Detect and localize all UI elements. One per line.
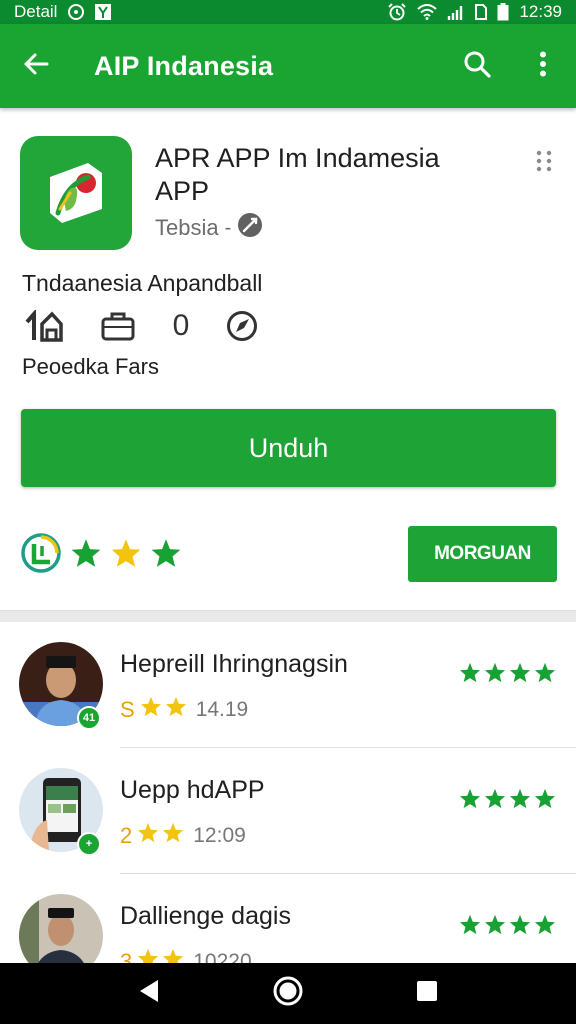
status-label: Detail <box>14 2 58 21</box>
battery-icon <box>497 3 509 21</box>
review-date: 14.19 <box>195 697 249 721</box>
star-icon <box>137 822 159 849</box>
review-title: Dallienge dagis <box>120 902 291 930</box>
star-icon <box>534 788 556 814</box>
editors-choice-icon <box>237 212 263 244</box>
status-bar: Detail 12:39 <box>0 0 576 24</box>
signal-icon <box>447 4 465 20</box>
nav-recents-button[interactable] <box>397 963 457 1024</box>
search-button[interactable] <box>444 24 510 108</box>
square-recents-icon <box>415 979 439 1008</box>
star-icon <box>484 914 506 940</box>
review-rate: S <box>120 696 135 722</box>
review-meta: 2 12:09 <box>120 822 246 849</box>
back-button[interactable] <box>0 24 72 108</box>
app-header: APR APP Im Indamesia APP Tebsia - <box>20 136 556 254</box>
compass-icon <box>222 306 262 346</box>
nav-home-button[interactable] <box>258 963 318 1024</box>
review-list: 41 Hepreill Ihringnagsin S 14.19 + Uepp … <box>0 622 576 964</box>
review-item[interactable]: 41 Hepreill Ihringnagsin S 14.19 <box>0 622 576 748</box>
nav-back-button[interactable] <box>119 963 179 1024</box>
developer-row[interactable]: Tebsia - <box>155 212 263 244</box>
star-icon <box>459 914 481 940</box>
review-item[interactable]: Dallienge dagis 3 10220 <box>0 874 576 964</box>
review-title: Uepp hdAPP <box>120 776 265 804</box>
review-rate: 3 <box>120 948 133 965</box>
star-icon <box>484 788 506 814</box>
star-icon <box>140 696 162 723</box>
briefcase-icon <box>98 306 138 346</box>
star-icon <box>509 662 531 688</box>
review-date: 12:09 <box>193 823 246 847</box>
avatar-badge: 41 <box>77 706 101 730</box>
review-title: Hepreill Ihringnagsin <box>120 650 348 678</box>
star-icon <box>162 822 184 849</box>
app-bar: AIP Indanesia <box>0 24 576 108</box>
clock-circle-icon <box>67 3 85 21</box>
star-icon <box>459 662 481 688</box>
rating-badge-icon <box>20 532 62 579</box>
overflow-menu-button[interactable] <box>510 24 576 108</box>
wifi-icon <box>417 4 438 20</box>
star-icon <box>484 662 506 688</box>
review-rate: 2 <box>120 822 133 848</box>
review-item[interactable]: + Uepp hdAPP 2 12:09 <box>0 748 576 874</box>
age-rating-icon <box>22 306 66 346</box>
star-icon <box>509 788 531 814</box>
rating-row <box>20 530 182 580</box>
star-icon <box>137 948 159 964</box>
app-tagline: Tndaanesia Anpandball <box>22 270 263 296</box>
leaf-app-icon <box>20 136 132 250</box>
section-divider <box>0 610 576 622</box>
alarm-icon <box>387 3 407 21</box>
review-meta: 3 10220 <box>120 948 252 964</box>
avatar-badge: + <box>77 832 101 856</box>
meta-count: 0 <box>172 309 190 342</box>
avatar <box>19 894 103 964</box>
secondary-action-button[interactable]: MORGUAN <box>408 526 557 582</box>
star-icon <box>162 948 184 964</box>
install-button[interactable]: Unduh <box>21 409 556 487</box>
review-meta: S 14.19 <box>120 696 248 723</box>
system-nav-bar <box>0 963 576 1024</box>
sim-icon <box>475 4 488 20</box>
search-icon <box>463 50 491 83</box>
star-icon <box>509 914 531 940</box>
star-icon <box>534 914 556 940</box>
star-icon <box>150 538 182 573</box>
status-time: 12:39 <box>519 2 562 21</box>
arrow-back-icon <box>22 50 50 83</box>
circle-home-icon <box>272 975 304 1012</box>
star-icon <box>459 788 481 814</box>
review-stars <box>459 788 556 814</box>
star-icon <box>165 696 187 723</box>
star-icon <box>534 662 556 688</box>
star-icon <box>110 538 142 573</box>
more-vertical-icon <box>539 51 547 82</box>
review-stars <box>459 662 556 688</box>
developer-name[interactable]: Tebsia <box>155 215 219 241</box>
app-name: APR APP Im Indamesia APP <box>155 143 440 206</box>
content-rating-label: Peoedka Fars <box>22 354 159 379</box>
review-date: 10220 <box>193 949 252 965</box>
notification-icon <box>95 4 112 20</box>
triangle-back-icon <box>137 978 161 1009</box>
page-title: AIP Indanesia <box>94 50 274 81</box>
star-icon <box>70 538 102 573</box>
app-meta-row: 0 <box>22 306 262 346</box>
review-stars <box>459 914 556 940</box>
more-options-icon[interactable] <box>532 146 556 176</box>
